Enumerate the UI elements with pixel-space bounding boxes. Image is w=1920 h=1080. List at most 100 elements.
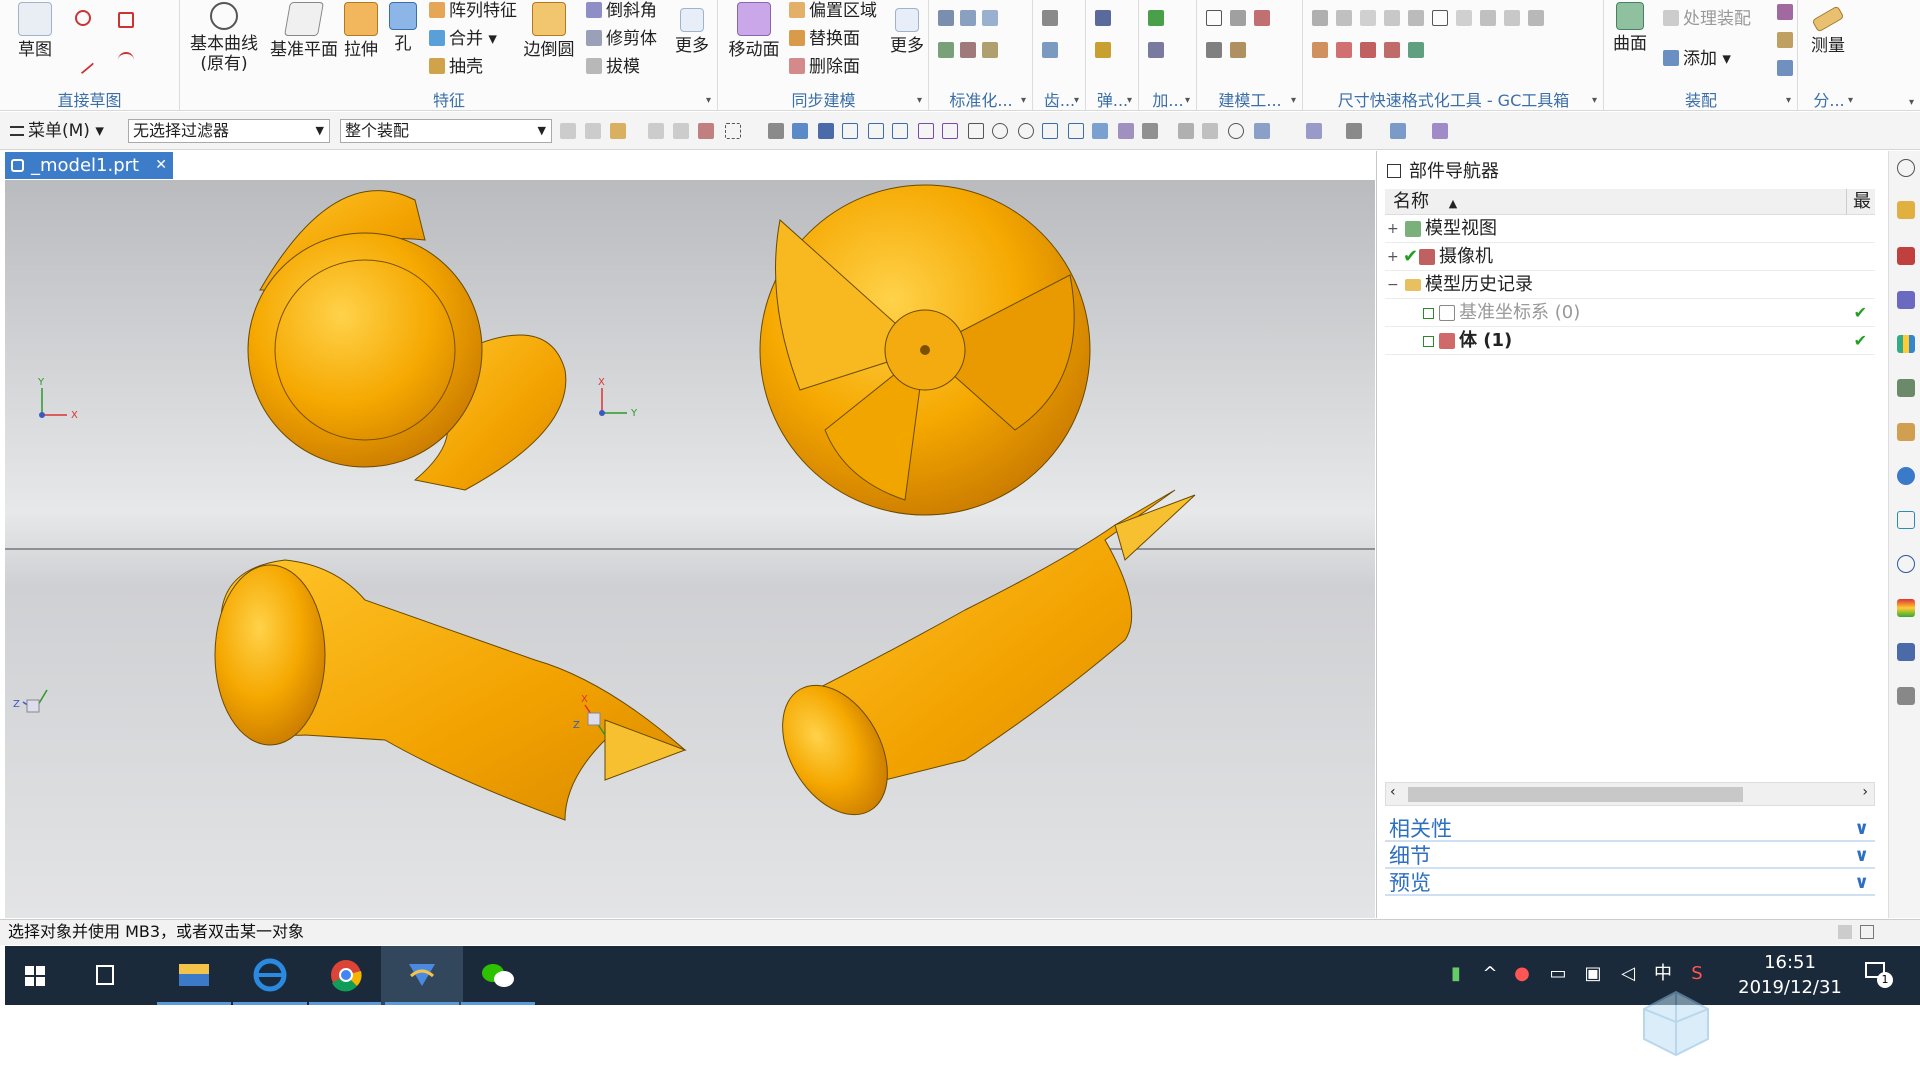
- tree-row-model-history[interactable]: − 模型历史记录: [1385, 271, 1875, 299]
- tool-icon[interactable]: [982, 42, 998, 58]
- tree-row-body[interactable]: 体 (1) ✔: [1385, 327, 1875, 355]
- taskbar-ie[interactable]: [229, 946, 311, 1005]
- clock-icon[interactable]: [1897, 555, 1915, 573]
- extrude-button[interactable]: 拉伸: [341, 2, 381, 60]
- sync-more-button[interactable]: 更多: [887, 2, 927, 56]
- triangle-icon[interactable]: [1206, 10, 1222, 26]
- chevron-up-icon[interactable]: ^: [1480, 964, 1500, 984]
- view-tool-icon[interactable]: [1254, 123, 1270, 139]
- offset-region-button[interactable]: 偏置区域: [789, 0, 877, 22]
- dimension-icon[interactable]: [1336, 10, 1352, 26]
- dimension-icon[interactable]: [1312, 42, 1328, 58]
- clock[interactable]: 16:51 2019/12/31: [1730, 950, 1850, 1000]
- basic-curve-button[interactable]: 基本曲线 (原有): [189, 2, 259, 74]
- filter-tool-icon[interactable]: [610, 123, 626, 139]
- chamfer-button[interactable]: 倒斜角: [586, 0, 657, 22]
- arc-icon[interactable]: [118, 52, 134, 68]
- hole-button[interactable]: 孔: [383, 2, 423, 54]
- filter-tool-icon[interactable]: [698, 123, 714, 139]
- snap-tool-icon[interactable]: [1142, 123, 1158, 139]
- taskbar-chrome[interactable]: [305, 946, 387, 1005]
- dimension-icon[interactable]: [1480, 10, 1496, 26]
- taskbar-nx[interactable]: [381, 946, 463, 1005]
- spring-tool-icon[interactable]: [1095, 10, 1111, 26]
- tree-row-model-views[interactable]: + 模型视图: [1385, 215, 1875, 243]
- delete-face-button[interactable]: 删除面: [789, 56, 860, 78]
- history-icon[interactable]: [1897, 467, 1915, 485]
- checkbox-checked-icon[interactable]: [1423, 336, 1434, 347]
- assembly-tool-icon[interactable]: [1777, 60, 1793, 76]
- dimension-icon[interactable]: [1504, 10, 1520, 26]
- tool-icon[interactable]: [938, 10, 954, 26]
- selection-filter-dropdown[interactable]: 无选择过滤器 ▼: [128, 119, 330, 143]
- tool-palette-icon[interactable]: [1897, 687, 1915, 705]
- hd3d-tools-icon[interactable]: [1897, 379, 1915, 397]
- snap-tool-icon[interactable]: [892, 123, 908, 139]
- start-button[interactable]: [5, 946, 65, 1005]
- surface-button[interactable]: 曲面: [1607, 2, 1653, 54]
- tool-icon[interactable]: [1254, 10, 1270, 26]
- sogou-icon[interactable]: S: [1687, 964, 1707, 984]
- dimension-icon[interactable]: [1528, 10, 1544, 26]
- select-box-icon[interactable]: [725, 123, 741, 139]
- view-tool-icon[interactable]: [1178, 123, 1194, 139]
- battery-icon[interactable]: ▭: [1548, 964, 1568, 984]
- tree-row-datum-csys[interactable]: 基准坐标系 (0) ✔: [1385, 299, 1875, 327]
- view-tool-icon[interactable]: [1390, 123, 1406, 139]
- move-face-button[interactable]: 移动面: [723, 2, 785, 60]
- shell-button[interactable]: 抽壳: [429, 56, 483, 78]
- assembly-tool-icon[interactable]: [1777, 4, 1793, 20]
- dimension-icon[interactable]: [1408, 42, 1424, 58]
- view-tool-icon[interactable]: [1346, 123, 1362, 139]
- column-header-name[interactable]: 名称 ▲: [1393, 189, 1457, 217]
- task-view-button[interactable]: [75, 946, 135, 1005]
- snap-tool-icon[interactable]: [818, 123, 834, 139]
- network-icon[interactable]: ▣: [1583, 964, 1603, 984]
- tool-icon[interactable]: [938, 42, 954, 58]
- tool-icon[interactable]: [1230, 10, 1246, 26]
- unite-button[interactable]: 合并 ▾: [429, 28, 497, 50]
- tool-icon[interactable]: [982, 10, 998, 26]
- dimension-icon[interactable]: [1312, 10, 1328, 26]
- ribbon-overflow-icon[interactable]: ▾: [1909, 97, 1914, 108]
- rotate-icon[interactable]: [1228, 123, 1244, 139]
- taskbar-file-explorer[interactable]: [153, 946, 235, 1005]
- process-studio-icon[interactable]: [1897, 511, 1915, 529]
- snap-tool-icon[interactable]: [868, 123, 884, 139]
- add-component-button[interactable]: 添加 ▾: [1663, 48, 1731, 70]
- dimension-icon[interactable]: [1360, 10, 1376, 26]
- scroll-left-icon[interactable]: ‹: [1390, 784, 1396, 800]
- horizontal-scrollbar[interactable]: ‹ ›: [1385, 782, 1875, 806]
- action-center-button[interactable]: 1: [1865, 960, 1893, 988]
- menu-button[interactable]: 菜单(M) ▾: [10, 119, 104, 143]
- scroll-right-icon[interactable]: ›: [1862, 784, 1868, 800]
- status-icon[interactable]: [1838, 925, 1852, 939]
- add-tool-icon[interactable]: [1148, 42, 1164, 58]
- measure-button[interactable]: 测量: [1803, 2, 1853, 56]
- section-preview[interactable]: 预览 ∨: [1385, 870, 1875, 896]
- role-icon[interactable]: [1897, 599, 1915, 617]
- snap-tool-icon[interactable]: [968, 123, 984, 139]
- view-tool-icon[interactable]: [1306, 123, 1322, 139]
- volume-icon[interactable]: ◁: [1618, 964, 1638, 984]
- dimension-icon[interactable]: [1360, 42, 1376, 58]
- part-navigator-icon[interactable]: [1897, 291, 1915, 309]
- snap-center-icon[interactable]: [992, 123, 1008, 139]
- status-icon[interactable]: [1860, 925, 1874, 939]
- assembly-navigator-icon[interactable]: [1897, 201, 1915, 219]
- pattern-feature-button[interactable]: 阵列特征: [429, 0, 517, 22]
- filter-tool-icon[interactable]: [673, 123, 689, 139]
- tab-model1[interactable]: _model1.prt ✕: [5, 152, 173, 179]
- collapse-icon[interactable]: −: [1387, 271, 1399, 299]
- snap-tool-icon[interactable]: [1068, 123, 1084, 139]
- snap-tool-icon[interactable]: [918, 123, 934, 139]
- gear-tool-icon[interactable]: [1042, 42, 1058, 58]
- view-tool-icon[interactable]: [1202, 123, 1218, 139]
- section-dependencies[interactable]: 相关性 ∨: [1385, 816, 1875, 842]
- dimension-icon[interactable]: [1456, 10, 1472, 26]
- gear-tool-icon[interactable]: [1042, 10, 1058, 26]
- tool-icon[interactable]: [960, 42, 976, 58]
- checkbox-checked-icon[interactable]: [1423, 308, 1434, 319]
- assembly-scope-dropdown[interactable]: 整个装配 ▼: [340, 119, 552, 143]
- taskbar-wechat[interactable]: [457, 946, 539, 1005]
